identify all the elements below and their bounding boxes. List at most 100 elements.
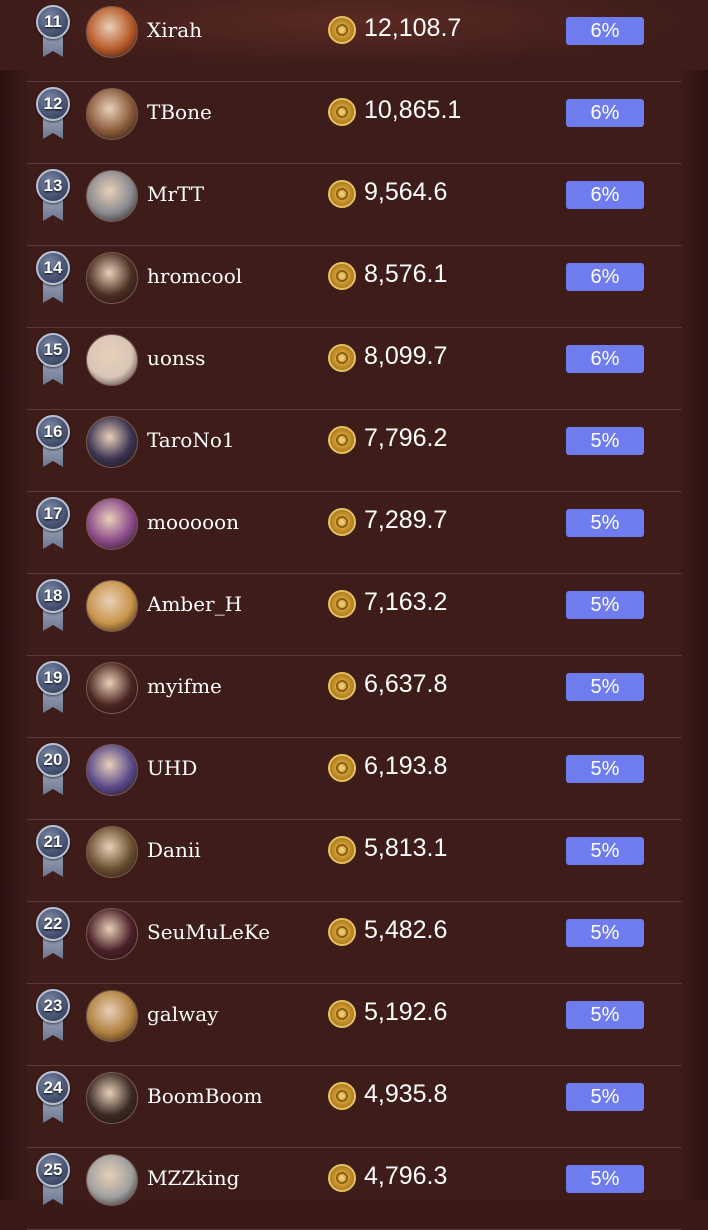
leaderboard-row[interactable]: 11 Xirah 12,108.7 6%: [27, 0, 682, 82]
rank-number: 20: [43, 750, 63, 769]
avatar[interactable]: [86, 170, 138, 222]
coin-amount: 4,935.8: [364, 1080, 448, 1108]
percent-badge: 5%: [566, 1001, 644, 1029]
rank-medal-icon: 21: [36, 825, 70, 879]
percent-badge: 6%: [566, 345, 644, 373]
coin-amount: 7,163.2: [364, 588, 448, 616]
leaderboard-row[interactable]: 25 MZZking 4,796.3 5%: [27, 1148, 682, 1230]
coin-icon: [328, 672, 356, 700]
rank-number: 25: [43, 1160, 63, 1179]
rank-medal-icon: 15: [36, 333, 70, 387]
rank-number: 24: [43, 1078, 63, 1097]
username[interactable]: Amber_H: [147, 592, 242, 616]
leaderboard-row[interactable]: 19 myifme 6,637.8 5%: [27, 656, 682, 738]
leaderboard-row[interactable]: 16 TaroNo1 7,796.2 5%: [27, 410, 682, 492]
leaderboard-row[interactable]: 15 uonss 8,099.7 6%: [27, 328, 682, 410]
username[interactable]: galway: [147, 1002, 218, 1026]
percent-badge: 5%: [566, 919, 644, 947]
coin-amount: 10,865.1: [364, 96, 462, 124]
percent-badge: 5%: [566, 591, 644, 619]
percent-badge: 6%: [566, 17, 644, 45]
coin-icon: [328, 16, 356, 44]
username[interactable]: hromcool: [147, 264, 242, 288]
username[interactable]: TBone: [147, 100, 212, 124]
username[interactable]: mooooon: [147, 510, 239, 534]
leaderboard-row[interactable]: 21 Danii 5,813.1 5%: [27, 820, 682, 902]
rank-medal-icon: 13: [36, 169, 70, 223]
leaderboard-row[interactable]: 17 mooooon 7,289.7 5%: [27, 492, 682, 574]
username[interactable]: BoomBoom: [147, 1084, 263, 1108]
username[interactable]: Danii: [147, 838, 201, 862]
coin-icon: [328, 262, 356, 290]
rank-medal-icon: 14: [36, 251, 70, 305]
rank-number: 15: [43, 340, 63, 359]
rank-medal-icon: 12: [36, 87, 70, 141]
percent-badge: 5%: [566, 755, 644, 783]
rank-medal-icon: 19: [36, 661, 70, 715]
avatar[interactable]: [86, 580, 138, 632]
leaderboard-row[interactable]: 20 UHD 6,193.8 5%: [27, 738, 682, 820]
leaderboard-row[interactable]: 23 galway 5,192.6 5%: [27, 984, 682, 1066]
coin-icon: [328, 344, 356, 372]
rank-medal-icon: 11: [36, 5, 70, 59]
coin-amount: 5,192.6: [364, 998, 448, 1026]
coin-amount: 5,813.1: [364, 834, 448, 862]
username[interactable]: UHD: [147, 756, 197, 780]
rank-number: 13: [43, 176, 63, 195]
username[interactable]: SeuMuLeKe: [147, 920, 270, 944]
leaderboard-list: 11 Xirah 12,108.7 6% 12 TBone 10,865.1 6…: [0, 0, 708, 1230]
coin-icon: [328, 754, 356, 782]
avatar[interactable]: [86, 498, 138, 550]
leaderboard-row[interactable]: 14 hromcool 8,576.1 6%: [27, 246, 682, 328]
coin-icon: [328, 180, 356, 208]
avatar[interactable]: [86, 88, 138, 140]
avatar[interactable]: [86, 6, 138, 58]
coin-amount: 6,637.8: [364, 670, 448, 698]
rank-number: 18: [43, 586, 63, 605]
username[interactable]: MrTT: [147, 182, 204, 206]
coin-amount: 8,099.7: [364, 342, 448, 370]
coin-icon: [328, 836, 356, 864]
leaderboard-row[interactable]: 22 SeuMuLeKe 5,482.6 5%: [27, 902, 682, 984]
coin-icon: [328, 590, 356, 618]
leaderboard-row[interactable]: 24 BoomBoom 4,935.8 5%: [27, 1066, 682, 1148]
percent-badge: 5%: [566, 509, 644, 537]
avatar[interactable]: [86, 744, 138, 796]
coin-amount: 12,108.7: [364, 14, 462, 42]
avatar[interactable]: [86, 826, 138, 878]
username[interactable]: uonss: [147, 346, 205, 370]
percent-badge: 5%: [566, 1083, 644, 1111]
coin-icon: [328, 1082, 356, 1110]
username[interactable]: myifme: [147, 674, 222, 698]
username[interactable]: MZZking: [147, 1166, 239, 1190]
avatar[interactable]: [86, 252, 138, 304]
percent-badge: 5%: [566, 673, 644, 701]
avatar[interactable]: [86, 908, 138, 960]
avatar[interactable]: [86, 1072, 138, 1124]
percent-badge: 6%: [566, 99, 644, 127]
percent-badge: 5%: [566, 1165, 644, 1193]
leaderboard-row[interactable]: 18 Amber_H 7,163.2 5%: [27, 574, 682, 656]
rank-medal-icon: 16: [36, 415, 70, 469]
leaderboard-row[interactable]: 13 MrTT 9,564.6 6%: [27, 164, 682, 246]
avatar[interactable]: [86, 334, 138, 386]
avatar[interactable]: [86, 416, 138, 468]
rank-number: 22: [43, 914, 63, 933]
avatar[interactable]: [86, 990, 138, 1042]
coin-icon: [328, 98, 356, 126]
coin-icon: [328, 918, 356, 946]
rank-number: 19: [43, 668, 63, 687]
rank-number: 17: [43, 504, 63, 523]
username[interactable]: Xirah: [147, 18, 202, 42]
rank-medal-icon: 17: [36, 497, 70, 551]
avatar[interactable]: [86, 662, 138, 714]
coin-amount: 6,193.8: [364, 752, 448, 780]
rank-medal-icon: 18: [36, 579, 70, 633]
percent-badge: 6%: [566, 181, 644, 209]
rank-medal-icon: 23: [36, 989, 70, 1043]
avatar[interactable]: [86, 1154, 138, 1206]
username[interactable]: TaroNo1: [147, 428, 235, 452]
rank-medal-icon: 20: [36, 743, 70, 797]
coin-icon: [328, 1000, 356, 1028]
leaderboard-row[interactable]: 12 TBone 10,865.1 6%: [27, 82, 682, 164]
